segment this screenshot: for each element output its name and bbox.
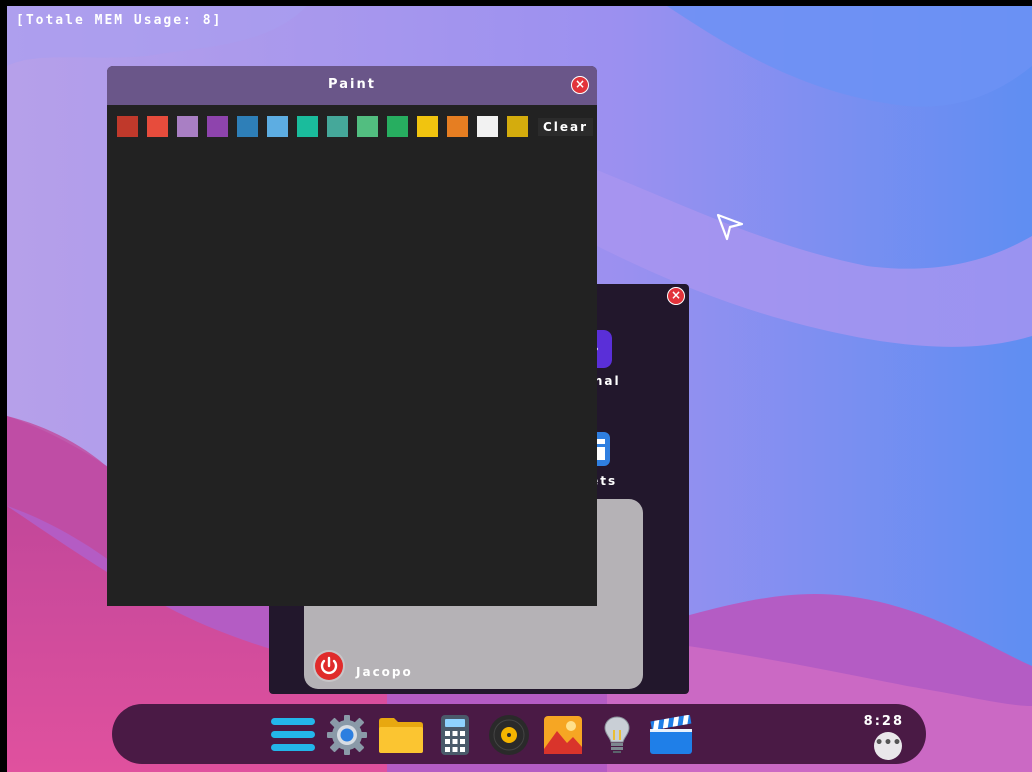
color-swatch[interactable] [207, 116, 228, 137]
color-swatch[interactable] [387, 116, 408, 137]
video-clapper-icon[interactable] [648, 714, 694, 756]
clear-button[interactable]: Clear [538, 117, 594, 136]
color-swatch[interactable] [417, 116, 438, 137]
dock: 8:28 ••• [112, 704, 926, 764]
color-swatch[interactable] [297, 116, 318, 137]
calculator-icon[interactable] [432, 714, 478, 756]
color-swatch[interactable] [327, 116, 348, 137]
user-name: Jacopo [356, 665, 413, 679]
color-swatch[interactable] [357, 116, 378, 137]
dock-icons [270, 714, 694, 756]
color-swatch[interactable] [177, 116, 198, 137]
folder-icon[interactable] [378, 714, 424, 756]
color-swatch[interactable] [447, 116, 468, 137]
color-swatch[interactable] [147, 116, 168, 137]
color-swatch[interactable] [477, 116, 498, 137]
menu-icon[interactable] [270, 714, 316, 756]
mouse-cursor-icon [716, 213, 744, 241]
power-icon [320, 656, 338, 675]
color-swatch[interactable] [267, 116, 288, 137]
launcher-close-button[interactable]: × [667, 287, 685, 305]
clock: 8:28 [863, 714, 904, 729]
color-palette: Clear [117, 116, 594, 137]
memory-usage-label: [Totale MEM Usage: 8] [16, 13, 223, 28]
power-button[interactable] [315, 652, 343, 680]
color-swatch[interactable] [507, 116, 528, 137]
paint-canvas[interactable] [107, 144, 597, 606]
paint-title: Paint [328, 77, 376, 92]
paint-titlebar[interactable]: Paint × [107, 66, 597, 105]
music-disc-icon[interactable] [486, 714, 532, 756]
paint-close-button[interactable]: × [571, 76, 589, 94]
lightbulb-icon[interactable] [594, 714, 640, 756]
color-swatch[interactable] [117, 116, 138, 137]
more-options-button[interactable]: ••• [874, 732, 902, 760]
color-swatch[interactable] [237, 116, 258, 137]
settings-gear-icon[interactable] [324, 714, 370, 756]
paint-window: Paint × Clear [107, 66, 597, 606]
photos-icon[interactable] [540, 714, 586, 756]
